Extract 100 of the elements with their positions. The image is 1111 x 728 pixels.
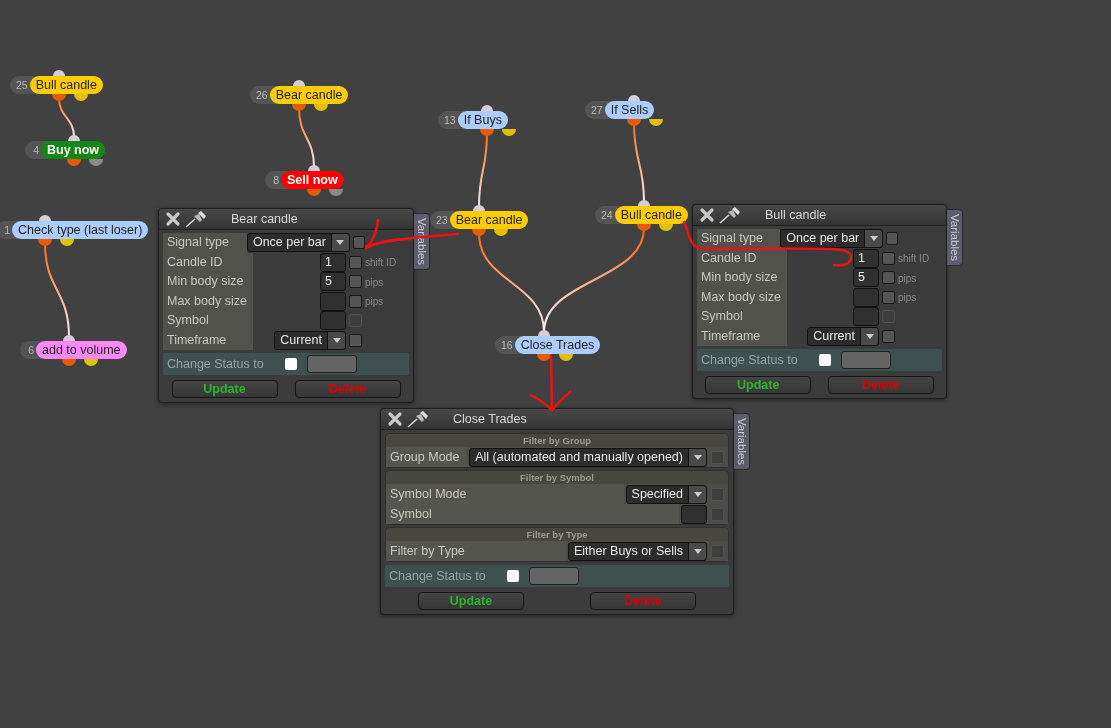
variables-tab[interactable]: Variables <box>414 213 430 271</box>
node-label[interactable]: Bull candle <box>29 76 103 94</box>
output-port-icon[interactable] <box>627 119 641 126</box>
input-port-icon[interactable] <box>293 80 305 86</box>
caret-icon <box>332 337 341 343</box>
input-port-icon[interactable] <box>68 135 80 141</box>
close-icon[interactable] <box>165 211 181 227</box>
panel-button[interactable]: Update <box>171 380 278 398</box>
output-port-icon[interactable] <box>472 229 486 236</box>
output-port-icon[interactable] <box>74 94 88 101</box>
dropdown[interactable]: Current <box>274 330 346 350</box>
output-port-icon[interactable] <box>329 189 343 196</box>
input-field[interactable] <box>320 311 346 331</box>
checkbox[interactable] <box>352 236 366 250</box>
input-port-icon[interactable] <box>39 215 51 221</box>
section-heading: Filter by Symbol <box>519 471 595 484</box>
pin-icon[interactable] <box>719 206 741 224</box>
checkbox[interactable] <box>882 271 895 285</box>
field-label: Filter by Type <box>386 541 566 561</box>
input-field[interactable]: 1 <box>853 248 879 268</box>
color-swatch[interactable] <box>529 567 579 585</box>
checkbox[interactable] <box>882 329 895 343</box>
node-label[interactable]: add to volume <box>36 341 127 359</box>
output-port-icon[interactable] <box>494 229 508 236</box>
output-port-icon[interactable] <box>60 239 74 246</box>
input-port-icon[interactable] <box>53 70 65 76</box>
checkbox[interactable] <box>882 251 895 265</box>
output-port-icon[interactable] <box>89 159 103 166</box>
field-label: Candle ID <box>697 248 787 268</box>
dropdown[interactable]: Current <box>807 326 879 346</box>
output-port-icon[interactable] <box>62 359 76 366</box>
output-port-icon[interactable] <box>502 129 516 136</box>
section-heading: Filter by Group <box>521 434 593 447</box>
pin-icon[interactable] <box>185 210 207 228</box>
node-label[interactable]: Bear candle <box>269 86 349 104</box>
output-port-icon[interactable] <box>659 224 673 231</box>
panel-button[interactable]: Update <box>418 592 524 610</box>
input-port-icon[interactable] <box>628 95 640 101</box>
node-label[interactable]: Close Trades <box>514 336 601 354</box>
close-icon[interactable] <box>699 207 715 223</box>
field-label: Min body size <box>163 272 253 292</box>
node-label[interactable]: Check type (last loser) <box>12 221 149 239</box>
input-port-icon[interactable] <box>308 165 320 171</box>
field-label: Candle ID <box>163 252 253 272</box>
output-port-icon[interactable] <box>292 104 306 111</box>
output-port-icon[interactable] <box>537 354 551 361</box>
checkbox[interactable] <box>886 232 899 246</box>
output-port-icon[interactable] <box>314 104 328 111</box>
node-label[interactable]: Buy now <box>41 141 106 159</box>
input-field[interactable] <box>681 504 707 524</box>
field-label: Max body size <box>163 291 253 311</box>
input-field[interactable] <box>320 291 346 311</box>
node-label[interactable]: Bull candle <box>614 206 688 224</box>
node-label[interactable]: Bear candle <box>449 211 529 229</box>
input-port-icon[interactable] <box>638 200 650 206</box>
input-port-icon[interactable] <box>63 335 75 341</box>
input-port-icon[interactable] <box>473 205 485 211</box>
checkbox[interactable] <box>507 570 519 582</box>
dropdown[interactable]: Once per bar <box>780 229 884 249</box>
unit-label: pips <box>365 296 384 308</box>
output-port-icon[interactable] <box>649 119 663 126</box>
checkbox[interactable] <box>349 294 362 308</box>
input-field[interactable] <box>853 287 879 307</box>
caret-icon <box>693 454 702 460</box>
dropdown[interactable]: Once per bar <box>246 233 350 253</box>
panel-title: Close Trades <box>453 412 527 426</box>
output-port-icon[interactable] <box>307 189 321 196</box>
output-port-icon[interactable] <box>480 129 494 136</box>
panel-button[interactable]: Update <box>705 376 812 394</box>
checkbox[interactable] <box>349 333 362 347</box>
node-label[interactable]: If Sells <box>604 101 655 119</box>
checkbox[interactable] <box>349 255 362 269</box>
output-port-icon[interactable] <box>559 354 573 361</box>
checkbox[interactable] <box>349 275 362 289</box>
input-field[interactable] <box>853 307 879 327</box>
variables-tab[interactable]: Variables <box>734 413 750 471</box>
color-swatch[interactable] <box>307 355 357 373</box>
input-port-icon[interactable] <box>481 105 493 111</box>
node-label[interactable]: Sell now <box>281 171 344 189</box>
input-field[interactable]: 5 <box>320 272 346 292</box>
field-label: Timeframe <box>163 330 253 350</box>
annotation-arrow <box>529 354 572 412</box>
checkbox[interactable] <box>285 358 297 370</box>
output-port-icon[interactable] <box>84 359 98 366</box>
pin-icon[interactable] <box>407 410 429 428</box>
input-field[interactable]: 1 <box>320 252 346 272</box>
output-port-icon[interactable] <box>67 159 81 166</box>
input-port-icon[interactable] <box>538 330 550 336</box>
variables-tab[interactable]: Variables <box>947 209 963 267</box>
output-port-icon[interactable] <box>38 239 52 246</box>
output-port-icon[interactable] <box>52 94 66 101</box>
color-swatch[interactable] <box>841 351 891 369</box>
output-port-icon[interactable] <box>637 224 651 231</box>
checkbox[interactable] <box>882 290 895 304</box>
node-label[interactable]: If Buys <box>457 111 508 129</box>
input-field[interactable]: 5 <box>853 268 879 288</box>
caret-icon <box>693 548 702 554</box>
panel-title: Bear candle <box>231 212 298 226</box>
close-icon[interactable] <box>387 411 403 427</box>
checkbox[interactable] <box>819 354 831 366</box>
